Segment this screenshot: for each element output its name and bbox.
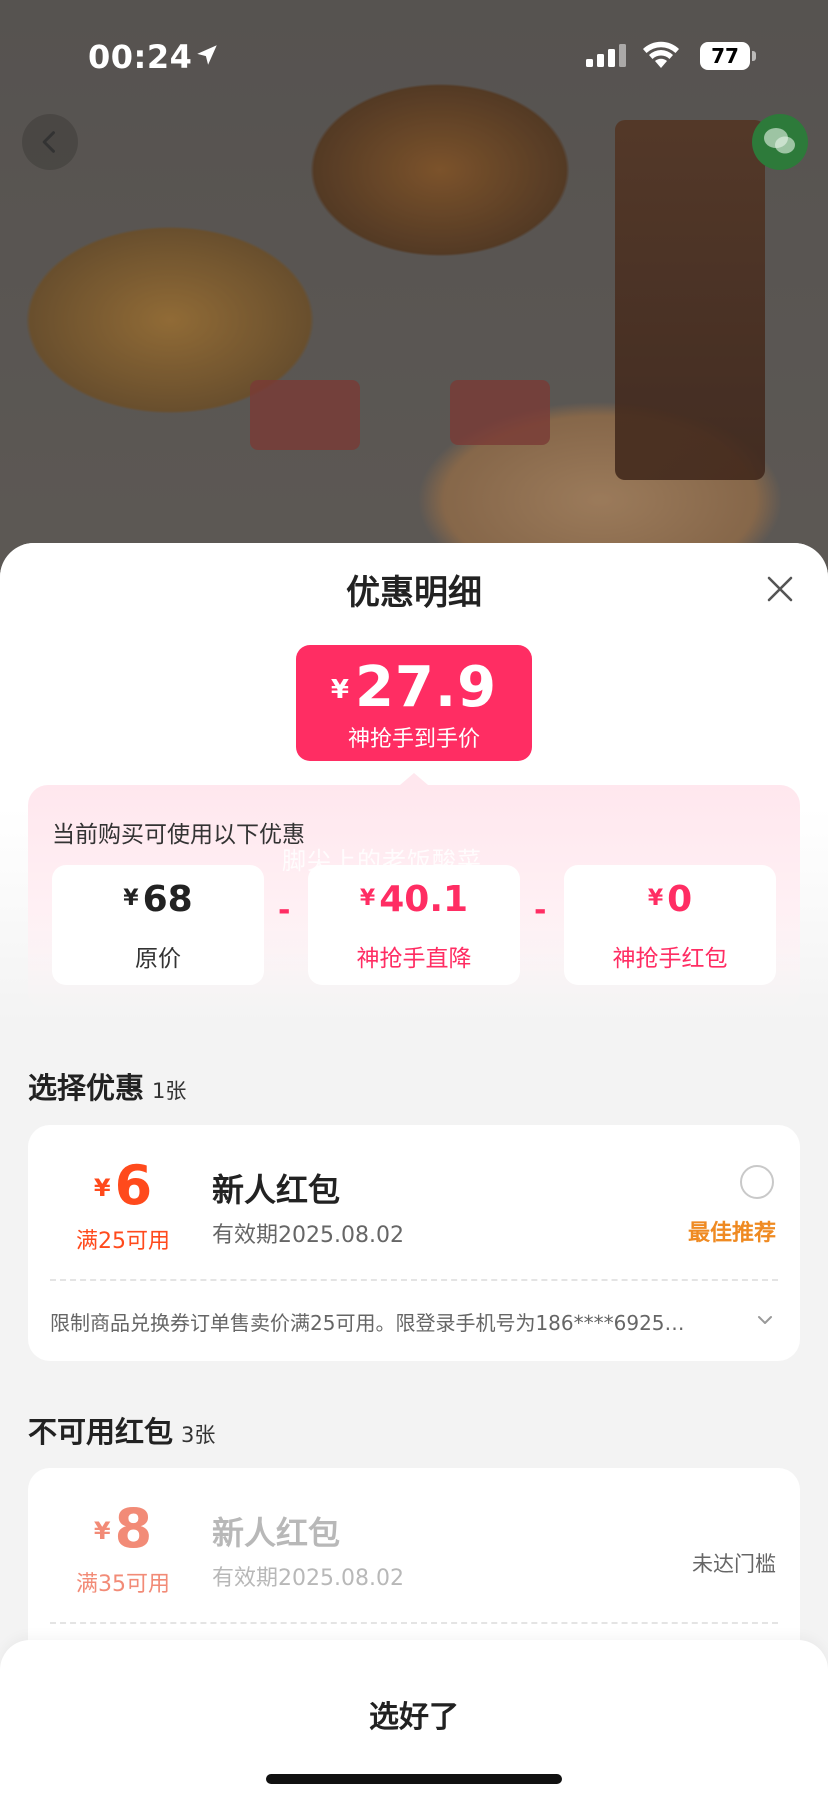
back-button[interactable] xyxy=(22,114,78,170)
section-count: 1张 xyxy=(152,1079,187,1103)
sheet-title: 优惠明细 xyxy=(346,573,482,613)
direct-discount-label: 神抢手直降 xyxy=(356,946,472,972)
coupon-restriction-text: 限制商品兑换券订单售卖价满25可用。限登录手机号为186****6925… xyxy=(50,1311,685,1335)
coupon-value: 8 xyxy=(114,1497,153,1560)
unavailable-coupons-title: 不可用红包 3张 xyxy=(28,1409,215,1451)
currency-symbol: ¥ xyxy=(123,886,139,911)
minus-sign: - xyxy=(278,893,291,928)
direct-discount-value: 40.1 xyxy=(379,879,469,920)
section-count: 3张 xyxy=(181,1423,216,1447)
currency-symbol: ¥ xyxy=(359,886,376,911)
section-title-text: 不可用红包 xyxy=(28,1415,174,1449)
original-price-value: 68 xyxy=(142,879,193,920)
chevron-down-icon[interactable] xyxy=(754,1309,776,1331)
red-packet-card: ¥0 神抢手红包 xyxy=(564,865,776,985)
minus-sign: - xyxy=(534,893,547,928)
original-price-label: 原价 xyxy=(135,946,181,972)
coupon-name: 新人红包 xyxy=(212,1514,341,1552)
close-icon[interactable] xyxy=(764,573,796,605)
currency-symbol: ¥ xyxy=(93,1174,111,1202)
final-price-amount: 27.9 xyxy=(354,655,498,720)
final-price-label: 神抢手到手价 xyxy=(347,727,480,752)
confirm-button[interactable]: 选好了 xyxy=(0,1692,828,1736)
coupon-amount: ¥8 满35可用 xyxy=(68,1500,178,1598)
currency-symbol: ¥ xyxy=(647,886,664,911)
battery-icon: 77 xyxy=(700,42,756,70)
wifi-icon xyxy=(643,41,679,68)
wechat-share-button[interactable] xyxy=(752,114,808,170)
final-price-badge: ¥27.9 神抢手到手价 xyxy=(296,645,532,761)
dashed-divider xyxy=(50,1622,778,1624)
coupon-amount: ¥6 满25可用 xyxy=(68,1157,178,1255)
coupon-card-available[interactable]: ¥6 满25可用 新人红包 有效期2025.08.02 最佳推荐 限制商品兑换券… xyxy=(28,1125,800,1361)
location-arrow-icon xyxy=(197,45,217,65)
status-time: 00:24 xyxy=(88,38,193,76)
coupon-value: 6 xyxy=(114,1154,153,1217)
discount-detail-sheet: 优惠明细 ¥27.9 神抢手到手价 当前购买可使用以下优惠 脚尖上的老饭酸菜 ¥… xyxy=(0,543,828,1795)
chevron-left-icon xyxy=(42,131,55,153)
coupon-expiry: 有效期2025.08.02 xyxy=(212,1223,404,1248)
breakdown-label: 当前购买可使用以下优惠 xyxy=(52,822,305,848)
currency-symbol: ¥ xyxy=(93,1517,111,1545)
best-recommend-tag: 最佳推荐 xyxy=(687,1221,776,1246)
panel-pointer xyxy=(400,773,428,785)
status-bar: 00:24 77 xyxy=(0,0,828,110)
coupon-expiry: 有效期2025.08.02 xyxy=(212,1566,404,1591)
coupon-name: 新人红包 xyxy=(212,1171,341,1209)
bottom-action-bar: 选好了 xyxy=(0,1640,828,1795)
coupon-condition: 满35可用 xyxy=(76,1572,170,1597)
red-packet-label: 神抢手红包 xyxy=(612,946,728,972)
red-packet-value: 0 xyxy=(667,879,693,920)
direct-discount-card: ¥40.1 神抢手直降 xyxy=(308,865,520,985)
signal-icon xyxy=(586,44,626,67)
section-title-text: 选择优惠 xyxy=(28,1071,145,1105)
currency-symbol: ¥ xyxy=(330,675,349,705)
coupon-condition: 满25可用 xyxy=(76,1229,170,1254)
price-breakdown-panel: 当前购买可使用以下优惠 脚尖上的老饭酸菜 ¥68 原价 - ¥40.1 神抢手直… xyxy=(28,773,800,1011)
home-indicator xyxy=(266,1774,562,1784)
original-price-card: ¥68 原价 xyxy=(52,865,264,985)
dashed-divider xyxy=(50,1279,778,1281)
select-discount-title: 选择优惠 1张 xyxy=(28,1065,186,1107)
unavailable-reason: 未达门槛 xyxy=(692,1552,776,1576)
coupon-select-radio[interactable] xyxy=(740,1165,774,1199)
wechat-icon xyxy=(764,128,795,154)
